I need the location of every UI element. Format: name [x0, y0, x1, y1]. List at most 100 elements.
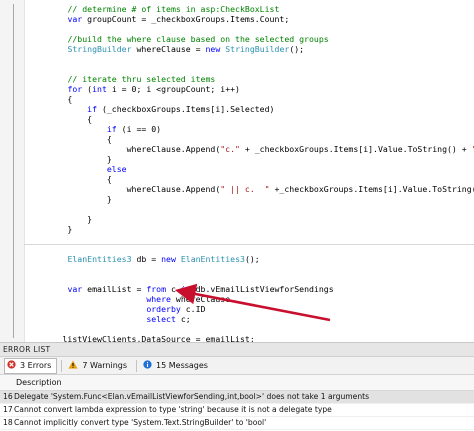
error-list-filter-bar: 3 Errors 7 Warnings 15 Messages [0, 357, 474, 375]
info-icon [143, 360, 152, 371]
filter-separator [136, 359, 138, 372]
code-token: whereClause = [131, 44, 206, 54]
code-line: // determine # of items in asp:CheckBoxL… [28, 4, 279, 14]
code-token: ElanEntities3 [67, 254, 132, 264]
code-token: db = [131, 254, 162, 264]
code-line: } [28, 194, 112, 204]
code-token: // determine # of items in asp:CheckBoxL… [67, 4, 280, 14]
warnings-filter-label: 7 Warnings [82, 361, 128, 370]
code-token: if [106, 124, 117, 134]
code-token: i = 0; i <groupCount; i++) [106, 84, 240, 94]
code-token: { [28, 174, 112, 184]
code-token: // iterate thru selected items [67, 74, 216, 84]
code-line: { [28, 114, 92, 124]
code-token: { [28, 114, 93, 124]
code-token: + _checkboxGroups.Items[i].Value.ToStrin… [239, 144, 472, 154]
messages-filter-label: 15 Messages [156, 361, 208, 370]
error-row[interactable]: 17 Cannot convert lambda expression to t… [0, 404, 474, 417]
code-token: new [161, 254, 176, 264]
code-token: ( [82, 84, 93, 94]
code-token: var [67, 14, 83, 24]
code-line: whereClause.Append(" || c. " +_checkboxG… [28, 184, 474, 194]
code-token: " || c. " [220, 184, 270, 194]
code-token: groupCount = _checkboxGroups.Items.Count… [82, 14, 290, 24]
error-description: Cannot implicitly convert type 'System.T… [14, 418, 267, 427]
code-token: (_checkboxGroups.Items[i].Selected) [97, 104, 275, 114]
code-line: select c; [28, 314, 191, 324]
code-token: whereClause [170, 294, 231, 304]
code-line: StringBuilder whereClause = new StringBu… [28, 44, 304, 54]
code-editor[interactable]: // determine # of items in asp:CheckBoxL… [0, 0, 474, 342]
error-number: 18 [3, 418, 13, 427]
messages-filter-button[interactable]: 15 Messages [141, 359, 213, 373]
code-token: (); [244, 254, 260, 264]
code-token: in [180, 284, 191, 294]
code-line: if (i == 0) [28, 124, 161, 134]
code-token: where [146, 294, 171, 304]
code-token: var [67, 284, 83, 294]
error-list-column-header: Description [0, 375, 474, 391]
code-line: } [28, 214, 92, 224]
code-token: int [92, 84, 107, 94]
current-line-highlight [24, 244, 474, 245]
error-list-title: ERROR LIST [0, 343, 474, 357]
code-token: new [205, 44, 221, 54]
code-token: if [87, 104, 98, 114]
code-token: } [28, 214, 93, 224]
code-token: c.ID [180, 304, 206, 314]
code-token: (); [289, 44, 305, 54]
code-line: ElanEntities3 db = new ElanEntities3(); [28, 254, 260, 264]
code-token: db.vEmailListViewforSendings [190, 284, 334, 294]
error-row[interactable]: 16 Delegate 'System.Func<Elan.vEmailList… [0, 391, 474, 404]
code-token: ElanEntities3 [180, 254, 245, 264]
errors-filter-label: 3 Errors [20, 361, 52, 370]
warning-icon [68, 360, 78, 371]
code-token: //build the where clause based on the se… [67, 34, 329, 44]
code-token: } [28, 154, 112, 164]
code-token: { [28, 94, 73, 104]
code-line: where whereClause [28, 294, 230, 304]
code-token: emailList = [82, 284, 147, 294]
code-line: orderby c.ID [28, 304, 205, 314]
code-token: select [146, 314, 176, 324]
code-token: +_checkboxGroups.Items[i].Value.ToString… [269, 184, 474, 194]
code-token: { [28, 134, 112, 144]
error-icon [7, 360, 16, 371]
outline-guide [13, 4, 14, 338]
code-token: from [146, 284, 167, 294]
error-number: 16 [3, 392, 13, 401]
code-token: (i == 0) [116, 124, 162, 134]
error-list-panel: ERROR LIST 3 Errors 7 Warnings 15 Messag… [0, 342, 474, 431]
error-description: Cannot convert lambda expression to type… [14, 405, 332, 414]
error-number: 17 [3, 405, 13, 414]
description-column-header[interactable]: Description [16, 375, 62, 390]
code-line: for (int i = 0; i <groupCount; i++) [28, 84, 240, 94]
errors-filter-button[interactable]: 3 Errors [4, 357, 58, 374]
code-token: _listViewClients.DataSource = emailList; [28, 334, 255, 342]
code-line: } [28, 154, 112, 164]
code-line: { [28, 174, 112, 184]
code-line: if (_checkboxGroups.Items[i].Selected) [28, 104, 274, 114]
code-token: c; [175, 314, 191, 324]
warnings-filter-button[interactable]: 7 Warnings [66, 359, 132, 373]
code-line: } [28, 224, 72, 234]
code-line: { [28, 134, 112, 144]
code-line: whereClause.Append("c." + _checkboxGroup… [28, 144, 474, 154]
code-line: var emailList = from c in db.vEmailListV… [28, 284, 334, 294]
code-line: //build the where clause based on the se… [28, 34, 329, 44]
error-row[interactable]: 18 Cannot implicitly convert type 'Syste… [0, 417, 474, 430]
code-token: } [28, 194, 112, 204]
